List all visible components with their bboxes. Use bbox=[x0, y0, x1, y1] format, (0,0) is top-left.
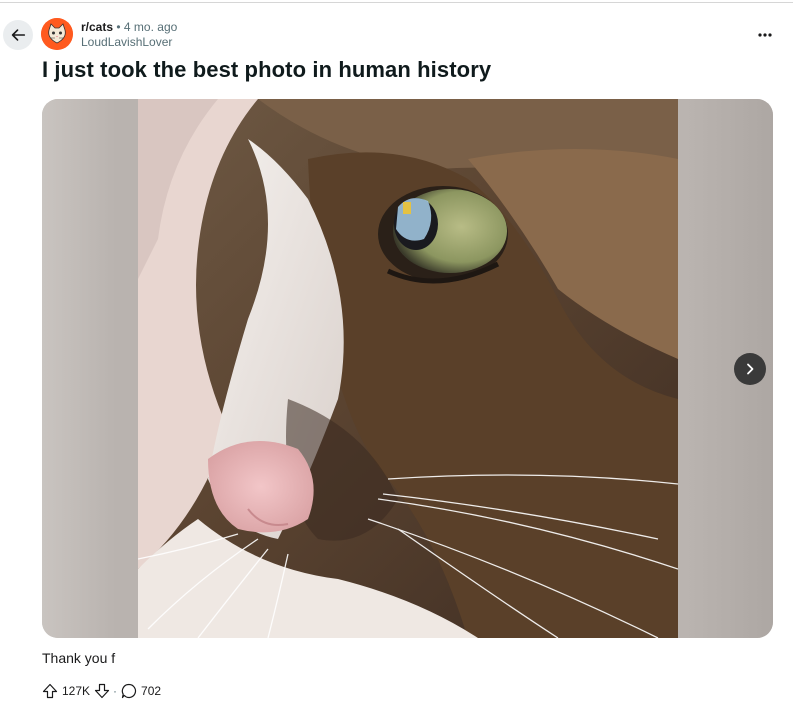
cat-face-icon bbox=[41, 18, 73, 50]
cat-photo[interactable] bbox=[138, 99, 678, 638]
upvote-arrow-icon bbox=[42, 683, 58, 699]
subreddit-link[interactable]: r/cats bbox=[81, 20, 113, 34]
post-meta-top: r/cats • 4 mo. ago bbox=[81, 20, 177, 35]
downvote-arrow-icon bbox=[94, 683, 110, 699]
post-age: 4 mo. ago bbox=[123, 20, 178, 34]
more-options-button[interactable] bbox=[749, 20, 781, 50]
comments-button[interactable]: 702 bbox=[121, 683, 161, 699]
upvote-button[interactable] bbox=[42, 683, 58, 699]
subreddit-avatar[interactable] bbox=[41, 18, 73, 50]
post-title[interactable]: I just took the best photo in human hist… bbox=[42, 57, 491, 83]
image-gallery[interactable] bbox=[42, 99, 773, 638]
meta-separator: • bbox=[116, 20, 121, 34]
comment-bubble-icon bbox=[121, 683, 137, 699]
more-horizontal-icon bbox=[758, 33, 772, 37]
post-body: Thank you f bbox=[42, 650, 116, 666]
author-link[interactable]: LoudLavishLover bbox=[81, 35, 177, 50]
gallery-next-button[interactable] bbox=[734, 353, 766, 385]
back-button[interactable] bbox=[3, 20, 33, 50]
chevron-right-icon bbox=[747, 363, 754, 375]
top-divider bbox=[0, 2, 793, 3]
comments-count: 702 bbox=[141, 684, 162, 698]
vote-score: 127K bbox=[62, 684, 91, 698]
downvote-button[interactable] bbox=[94, 683, 110, 699]
actions-separator: · bbox=[113, 684, 118, 698]
post-meta: r/cats • 4 mo. ago LoudLavishLover bbox=[81, 20, 177, 50]
arrow-left-icon bbox=[11, 29, 26, 41]
post-actions: 127K · 702 bbox=[42, 682, 161, 700]
